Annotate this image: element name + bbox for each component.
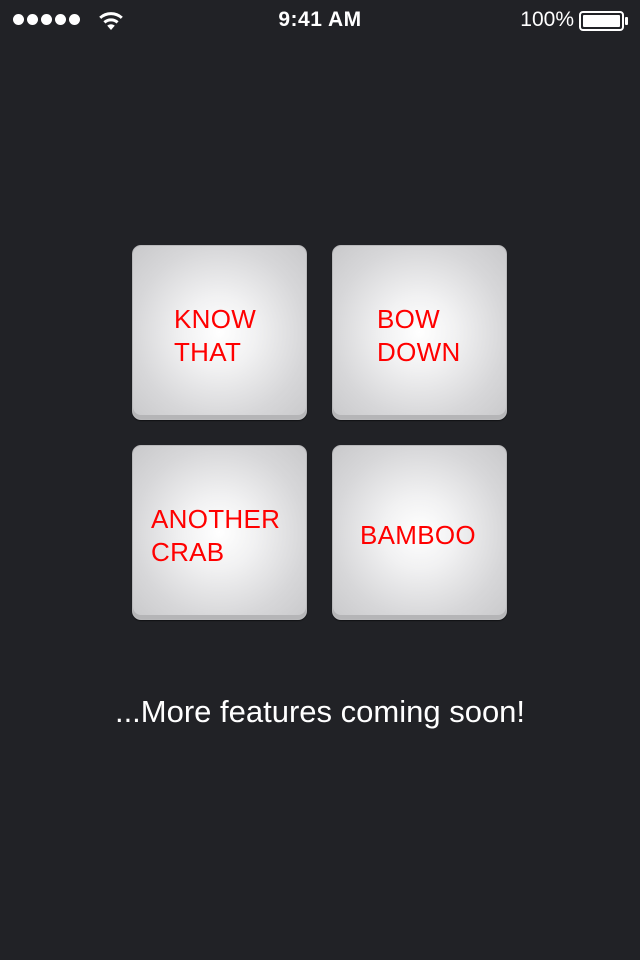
feature-button-label: ANOTHER CRAB [151,504,281,567]
feature-button-know-that[interactable]: KNOW THAT [132,245,307,420]
feature-button-label: BAMBOO [360,520,476,550]
feature-button-another-crab[interactable]: ANOTHER CRAB [132,445,307,620]
feature-button-label: BOW DOWN [377,304,461,367]
feature-button-bamboo[interactable]: BAMBOO [332,445,507,620]
coming-soon-message: ...More features coming soon! [114,694,526,729]
battery-percentage: 100% [520,8,574,31]
app-screen: 9:41 AM 100% KNOW THAT BOW DOWN ANOTHER … [0,0,640,960]
feature-button-bow-down[interactable]: BOW DOWN [332,245,507,420]
feature-button-label: KNOW THAT [174,304,257,367]
battery-icon [579,11,628,31]
status-bar: 9:41 AM 100% [0,0,640,40]
